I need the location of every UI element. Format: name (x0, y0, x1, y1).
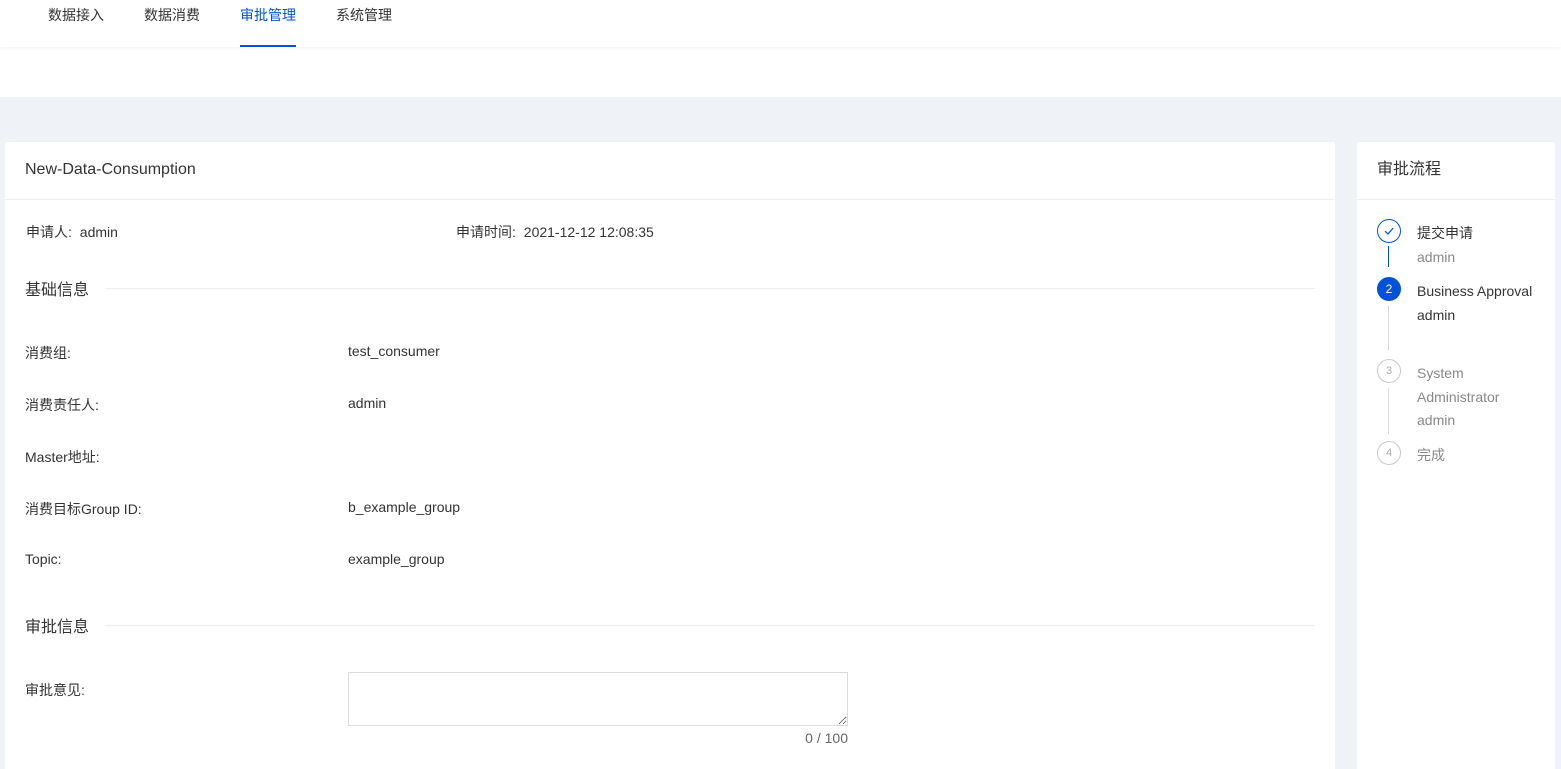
step-number-icon: 2 (1377, 277, 1401, 301)
step-text: System Administrator admin (1417, 362, 1547, 433)
approval-flow-title: 审批流程 (1357, 142, 1555, 200)
step-number-icon: 4 (1377, 441, 1401, 465)
step-connector (1388, 246, 1389, 267)
field-label-topic: Topic: (25, 551, 62, 567)
tab-approval-management[interactable]: 审批管理 (240, 0, 296, 47)
check-icon (1377, 219, 1401, 243)
field-value-group-id: b_example_group (348, 499, 461, 515)
tab-data-access[interactable]: 数据接入 (48, 0, 104, 47)
top-nav: 数据接入 数据消费 审批管理 系统管理 (0, 0, 1561, 47)
step-name: 完成 (1417, 447, 1445, 463)
field-label-consumer-group: 消费组: (25, 345, 71, 361)
applicant-row: 申请人: admin (26, 222, 118, 242)
step-text: Business Approval admin (1417, 280, 1547, 327)
step-assignee: admin (1417, 412, 1456, 428)
apply-time-label: 申请时间: (456, 224, 516, 240)
step-text: 提交申请 admin (1417, 222, 1547, 269)
applicant-label: 申请人: (26, 224, 72, 240)
step-number-icon: 3 (1377, 359, 1401, 383)
apply-time-value: 2021-12-12 12:08:35 (523, 224, 654, 240)
apply-time-row: 申请时间: 2021-12-12 12:08:35 (456, 222, 654, 242)
step-assignee: admin (1417, 248, 1456, 265)
approval-info-title: 审批信息 (25, 619, 90, 636)
step-connector (1388, 306, 1389, 350)
approval-flow-card: 审批流程 提交申请 admin 2 Business Approval admi… (1357, 142, 1555, 769)
field-label-group-id: 消费目标Group ID: (25, 501, 142, 517)
field-label-master-address: Master地址: (25, 449, 100, 465)
sub-header (0, 47, 1561, 97)
step-name: System Administrator (1417, 365, 1500, 405)
approval-info-section: 审批信息 (25, 613, 1315, 637)
field-value-topic: example_group (348, 551, 445, 567)
section-divider (105, 287, 1315, 289)
field-label-opinion: 审批意见: (25, 682, 85, 698)
step-assignee: admin (1417, 306, 1456, 323)
approval-detail-card: New-Data-Consumption 申请人: admin 申请时间: 20… (5, 142, 1335, 769)
basic-info-title: 基础信息 (25, 282, 90, 299)
page-title: New-Data-Consumption (5, 142, 1335, 200)
tab-data-consumption[interactable]: 数据消费 (144, 0, 200, 47)
field-value-owner: admin (348, 395, 387, 411)
step-name: 提交申请 (1417, 225, 1473, 241)
tab-system-management[interactable]: 系统管理 (336, 0, 392, 47)
step-connector (1388, 388, 1389, 434)
field-value-consumer-group: test_consumer (348, 343, 440, 359)
applicant-value: admin (79, 224, 118, 240)
step-text: 完成 (1417, 444, 1547, 468)
char-counter: 0 / 100 (805, 730, 848, 746)
approval-opinion-textarea[interactable] (348, 672, 848, 726)
step-name: Business Approval (1417, 283, 1533, 299)
basic-info-section: 基础信息 (25, 276, 1315, 300)
section-divider (105, 624, 1315, 626)
field-label-owner: 消费责任人: (25, 397, 99, 413)
